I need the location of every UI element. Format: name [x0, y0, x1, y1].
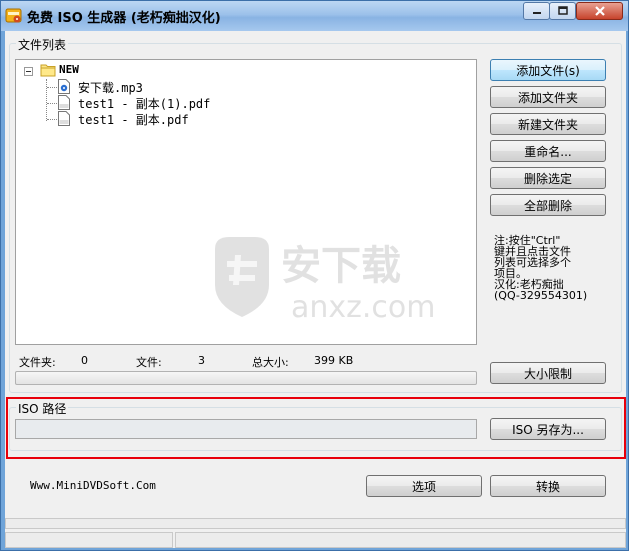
convert-button[interactable]: 转换: [490, 475, 606, 497]
iso-path-highlight: [6, 397, 626, 459]
tree-line: [47, 119, 57, 120]
window-title: 免费 ISO 生成器 (老朽痴拙汉化): [27, 11, 221, 26]
total-size-label: 总大小:: [252, 356, 289, 369]
files-label: 文件:: [136, 356, 162, 369]
file-tree[interactable]: NEW 安下载.mp3 test1 - 副本(1).pdf test1 - 副本…: [15, 59, 477, 345]
app-window: 免费 ISO 生成器 (老朽痴拙汉化) 文件列表 NEW 安下载.mp3 tes…: [0, 0, 629, 551]
tree-line: [46, 79, 47, 121]
collapse-toggle-icon[interactable]: [24, 67, 33, 76]
total-size-value: 399 KB: [314, 354, 354, 367]
audio-file-icon: [58, 79, 70, 94]
minimize-button[interactable]: [523, 2, 550, 20]
folders-count: 0: [81, 354, 88, 367]
note-line: (QQ-329554301): [494, 289, 588, 302]
tree-file-node[interactable]: 安下载.mp3: [78, 79, 143, 96]
folders-label: 文件夹:: [19, 356, 56, 369]
status-pane: [175, 532, 626, 548]
maximize-icon: [557, 6, 568, 15]
tree-file-node[interactable]: test1 - 副本.pdf: [78, 111, 189, 128]
folder-icon: [40, 64, 56, 77]
status-bar: [5, 518, 626, 548]
close-button[interactable]: [576, 2, 623, 20]
tree-line: [47, 87, 57, 88]
app-icon: [5, 8, 22, 23]
delete-all-button[interactable]: 全部删除: [490, 194, 606, 216]
add-folder-button[interactable]: 添加文件夹: [490, 86, 606, 108]
status-progress: [5, 518, 626, 529]
tree-line: [47, 103, 57, 104]
title-bar[interactable]: 免费 ISO 生成器 (老朽痴拙汉化): [1, 1, 628, 31]
tree-root-node[interactable]: NEW: [59, 63, 79, 76]
status-pane: [5, 532, 173, 548]
file-list-legend: 文件列表: [16, 36, 69, 53]
size-progress-bar: [15, 371, 477, 385]
minimize-icon: [532, 12, 541, 14]
files-count: 3: [198, 354, 205, 367]
rename-button[interactable]: 重命名...: [490, 140, 606, 162]
maximize-button[interactable]: [549, 2, 576, 20]
size-limit-button[interactable]: 大小限制: [490, 362, 606, 384]
new-folder-button[interactable]: 新建文件夹: [490, 113, 606, 135]
pdf-file-icon: [58, 111, 70, 126]
delete-selected-button[interactable]: 删除选定: [490, 167, 606, 189]
website-link[interactable]: Www.MiniDVDSoft.Com: [30, 479, 156, 492]
close-icon: [594, 6, 605, 16]
add-files-button[interactable]: 添加文件(s): [490, 59, 606, 81]
multi-select-note: 注:按住"Ctrl" 键并且点击文件 列表可选择多个 项目。 汉化:老朽痴拙 (…: [494, 235, 618, 301]
options-button[interactable]: 选项: [366, 475, 482, 497]
tree-file-node[interactable]: test1 - 副本(1).pdf: [78, 95, 210, 112]
client-area: 文件列表 NEW 安下载.mp3 test1 - 副本(1).pdf test1…: [5, 31, 626, 548]
pdf-file-icon: [58, 95, 70, 110]
